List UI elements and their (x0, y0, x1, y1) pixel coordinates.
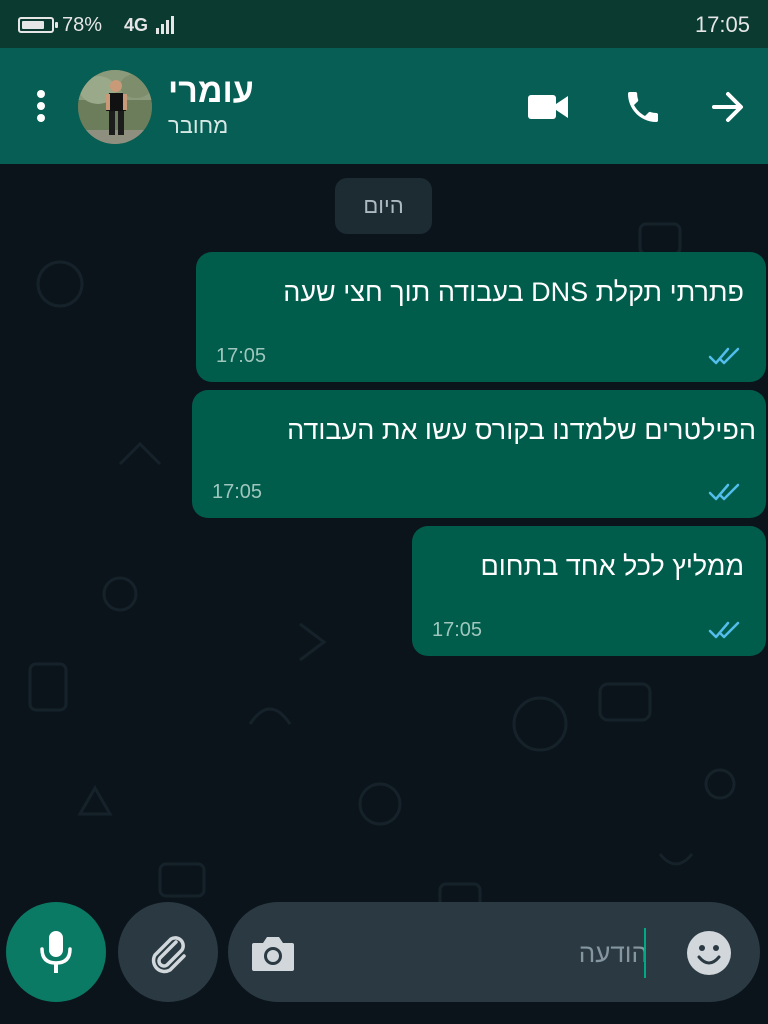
message-bubble[interactable]: פתרתי תקלת DNS בעבודה תוך חצי שעה 17:05 (196, 252, 766, 382)
more-vert-icon[interactable] (26, 84, 56, 128)
mic-icon (40, 931, 72, 973)
attach-icon (151, 936, 186, 974)
contact-status: מחובר (168, 113, 229, 138)
status-bar: 78% 4G 17:05 (0, 0, 768, 48)
chat-header: עומרי מחובר (0, 48, 768, 164)
message-time: 17:05 (432, 619, 483, 641)
battery-percentage: 78% (62, 13, 103, 36)
message-time: 17:05 (216, 345, 267, 367)
read-ticks-icon (708, 621, 740, 639)
message-bubble[interactable]: הפילטרים שלמדנו בקורס עשו את העבודה 17:0… (192, 390, 766, 518)
battery-icon (18, 17, 58, 33)
message-bubble[interactable]: ממליץ לכל אחד בתחום 17:05 (412, 526, 766, 656)
contact-name: עומרי (168, 72, 254, 110)
chat-area[interactable]: היום פתרתי תקלת DNS בעבודה תוך חצי שעה 1… (0, 164, 768, 1024)
status-time: 17:05 (694, 12, 750, 37)
video-call-icon[interactable] (525, 84, 571, 130)
text-caret (644, 928, 646, 978)
attach-button[interactable] (118, 902, 218, 1002)
status-left-group: 78% 4G (18, 10, 175, 40)
message-composer (228, 902, 760, 1002)
message-time: 17:05 (212, 481, 263, 503)
phone-icon[interactable] (620, 84, 666, 130)
message-text: ממליץ לכל אחד בתחום (480, 551, 744, 581)
message-input[interactable] (346, 932, 650, 974)
contact-info[interactable]: עומרי מחובר (168, 70, 328, 140)
read-ticks-icon (708, 347, 740, 365)
signal-icon (156, 16, 175, 34)
avatar[interactable] (78, 70, 152, 144)
message-text: הפילטרים שלמדנו בקורס עשו את העבודה (287, 415, 756, 445)
battery-level (22, 21, 44, 29)
emoji-icon[interactable] (684, 928, 734, 978)
read-ticks-icon (708, 483, 740, 501)
camera-icon[interactable] (248, 928, 298, 978)
mic-button[interactable] (6, 902, 106, 1002)
arrow-forward-icon[interactable] (705, 84, 751, 130)
date-chip: היום (335, 178, 432, 234)
message-text: פתרתי תקלת DNS בעבודה תוך חצי שעה (283, 277, 744, 307)
network-type: 4G (124, 14, 149, 35)
